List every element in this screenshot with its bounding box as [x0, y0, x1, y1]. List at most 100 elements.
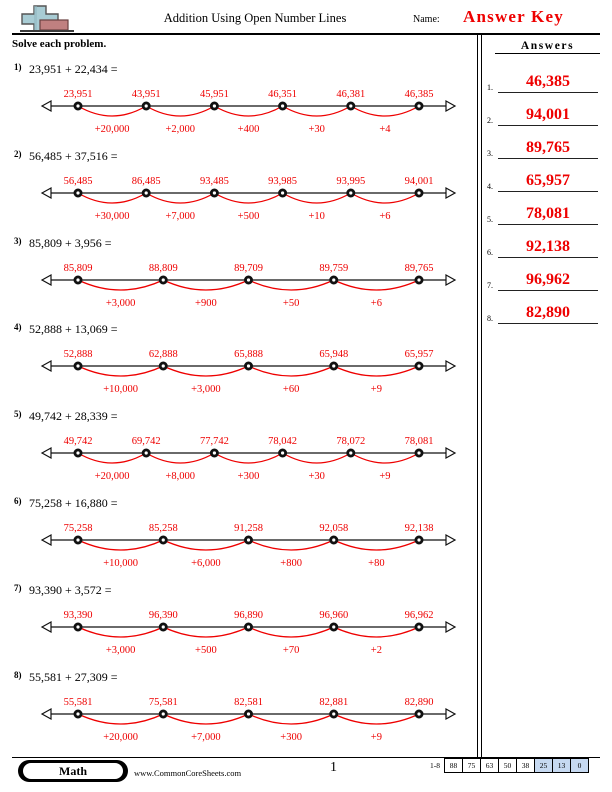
- number-line-point-center: [417, 451, 421, 455]
- jump-arc: [333, 713, 420, 725]
- arrowhead-left-icon: [40, 707, 52, 720]
- problem-expression: 52,888 + 13,069 =: [29, 322, 118, 337]
- point-label: 92,058: [319, 523, 348, 534]
- problem-number: 3): [14, 235, 22, 246]
- number-line-point-center: [332, 364, 336, 368]
- number-line-point-center: [161, 538, 165, 542]
- score-box: 50: [499, 758, 517, 772]
- point-label: 96,890: [234, 610, 263, 621]
- point-label: 77,742: [200, 436, 229, 447]
- jump-arc: [333, 539, 420, 551]
- answer-value: 92,138: [526, 238, 570, 255]
- number-line-point-center: [281, 104, 285, 108]
- number-line-point-center: [417, 711, 421, 716]
- score-scale: 1-8 88 75 63 50 38 25 13 0: [430, 757, 589, 773]
- jump-label: +9: [371, 732, 382, 743]
- problem-expression: 85,809 + 3,956 =: [29, 235, 112, 250]
- open-number-line: +3,000 +900 +50 +6 85,809 88,809 89,709 89,759 8…: [36, 254, 461, 318]
- jump-arc: [162, 626, 249, 638]
- problem: 1) 23,951 + 22,434 = +20,000 +2,000 +400 +30 +…: [0, 62, 470, 149]
- arrowhead-left-icon: [40, 533, 52, 547]
- problem-expression: 75,258 + 16,880 =: [29, 496, 118, 510]
- plus-block-logo-icon: [18, 2, 76, 34]
- point-label: 78,081: [405, 436, 434, 447]
- number-line-point-center: [76, 451, 80, 455]
- jump-arc: [77, 539, 164, 551]
- jump-label: +30,000: [95, 211, 130, 222]
- jump-arc: [248, 539, 335, 551]
- jump-label: +30: [308, 471, 324, 482]
- answer-row: 8. 82,890: [487, 294, 602, 324]
- number-line-point-center: [76, 538, 80, 542]
- point-label: 89,759: [319, 263, 348, 274]
- jump-label: +60: [283, 384, 299, 395]
- point-label: 88,809: [149, 263, 178, 274]
- point-label: 65,948: [319, 349, 348, 360]
- answer-value: 96,962: [526, 271, 570, 288]
- point-label: 75,581: [149, 697, 178, 708]
- jump-arc: [162, 539, 249, 551]
- point-label: 65,957: [405, 349, 434, 360]
- number-line-point-center: [161, 277, 165, 282]
- site-url: www.CommonCoreSheets.com: [134, 768, 242, 778]
- number-line-point-center: [417, 364, 421, 368]
- number-line-point-center: [417, 104, 421, 108]
- number-line-point-center: [246, 364, 251, 368]
- open-number-line: +3,000 +500 +70 +2 93,390 96,390 96,890 96,960 9…: [36, 601, 461, 665]
- jump-arc: [77, 105, 147, 117]
- open-number-line: +20,000 +7,000 +300 +9 55,581 75,581 82,581 82,…: [36, 688, 461, 752]
- arrowhead-left-icon: [40, 620, 52, 633]
- point-label: 45,951: [200, 89, 229, 100]
- answer-value: 89,765: [526, 139, 570, 156]
- jump-label: +8,000: [166, 471, 196, 482]
- jump-label: +10,000: [103, 558, 138, 569]
- jump-label: +20,000: [95, 124, 130, 135]
- score-boxes: 88 75 63 50 38 25 13 0: [444, 757, 589, 773]
- number-line-point-center: [212, 451, 216, 455]
- number-line-point-center: [332, 711, 336, 716]
- number-line-point-center: [212, 104, 216, 108]
- number-line-point-center: [349, 191, 353, 195]
- number-line-point-center: [332, 625, 336, 629]
- number-line-point-center: [144, 191, 148, 195]
- point-label: 82,881: [319, 697, 348, 708]
- jump-arc: [162, 713, 249, 725]
- jump-label: +400: [238, 124, 260, 135]
- number-line-point-center: [144, 104, 148, 108]
- point-label: 93,985: [268, 176, 297, 187]
- arrowhead-left-icon: [40, 360, 52, 373]
- jump-arc: [282, 192, 352, 204]
- point-label: 78,042: [268, 436, 297, 447]
- arrowhead-right-icon: [445, 186, 457, 199]
- jump-label: +7,000: [166, 211, 196, 222]
- number-line-point-center: [246, 711, 251, 716]
- jump-arc: [214, 452, 283, 464]
- jump-arc: [248, 279, 335, 291]
- point-label: 96,960: [319, 610, 348, 621]
- point-label: 96,390: [149, 610, 178, 621]
- problem-number: 4): [14, 322, 22, 333]
- jump-arc: [248, 713, 335, 725]
- answer-row: 2. 94,001: [487, 96, 602, 126]
- arrowhead-right-icon: [445, 99, 457, 113]
- point-label: 55,581: [64, 697, 93, 708]
- jump-arc: [282, 105, 352, 117]
- jump-arc: [248, 365, 335, 378]
- problem-number: 5): [14, 409, 22, 420]
- score-box: 88: [445, 758, 463, 772]
- jump-label: +6: [371, 298, 382, 309]
- answer-index: 4.: [487, 182, 493, 191]
- jump-label: +300: [238, 471, 260, 482]
- jump-label: +7,000: [191, 732, 221, 743]
- point-label: 89,709: [234, 263, 263, 274]
- point-label: 82,581: [234, 697, 263, 708]
- jump-arc: [145, 192, 215, 204]
- point-label: 62,888: [149, 349, 178, 360]
- point-label: 23,951: [64, 89, 93, 100]
- point-label: 93,390: [64, 610, 93, 621]
- number-line-point-center: [281, 191, 285, 195]
- jump-label: +9: [371, 384, 382, 395]
- jump-label: +6,000: [191, 558, 221, 569]
- subject-badge: Math: [18, 760, 128, 782]
- arrowhead-left-icon: [40, 99, 52, 113]
